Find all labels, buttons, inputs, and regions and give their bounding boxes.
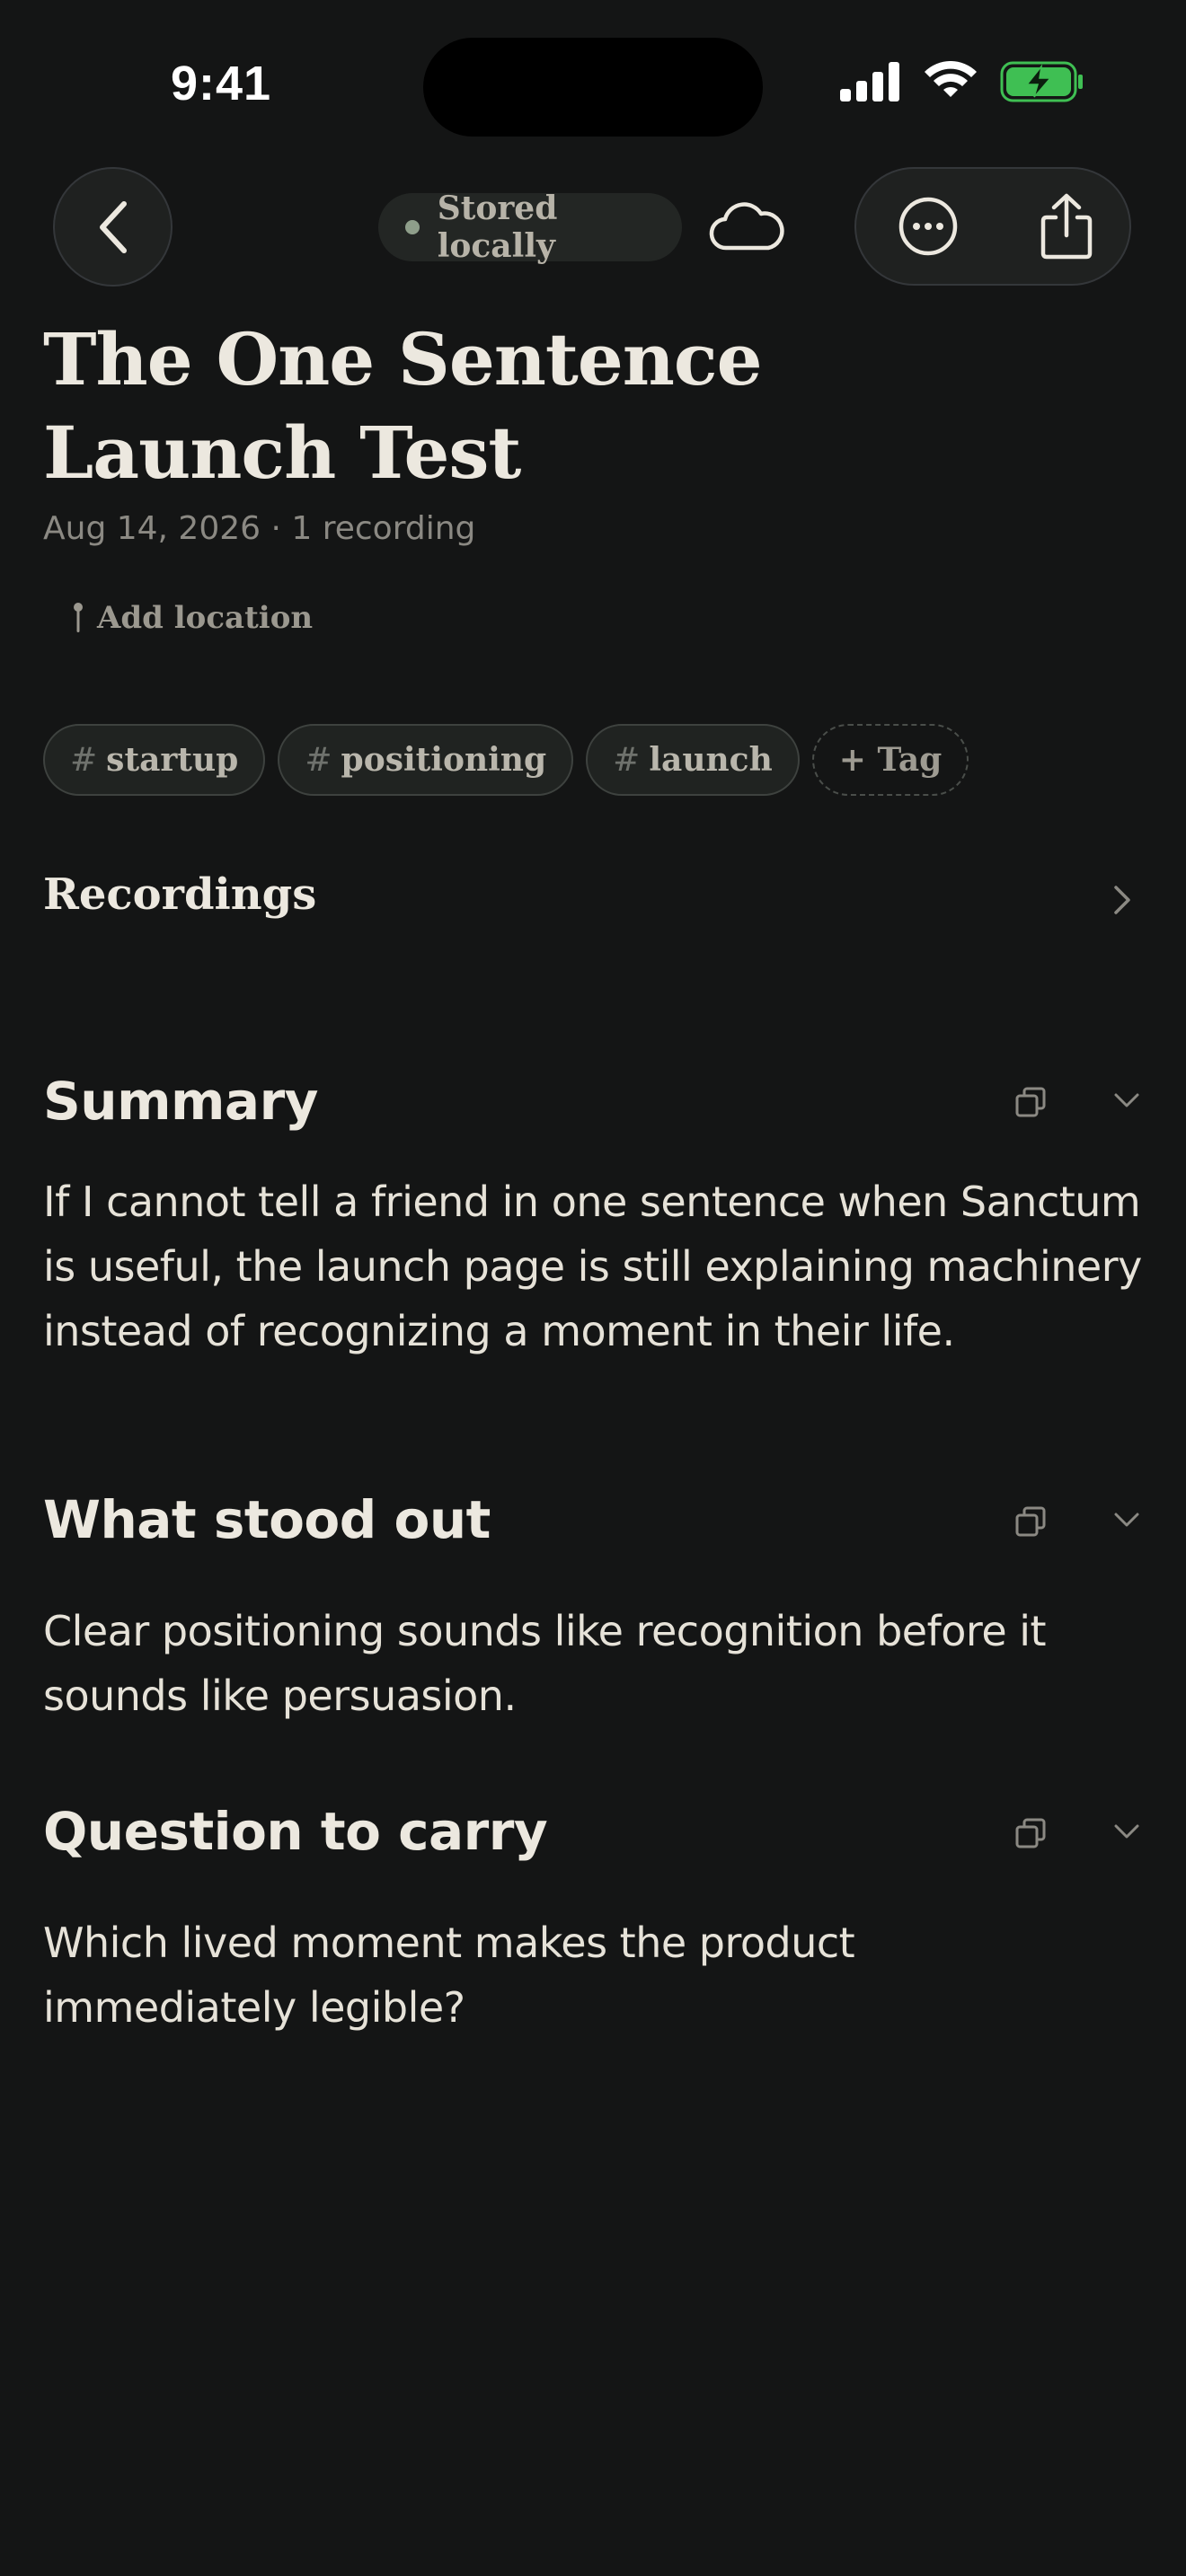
section-body: Which lived moment makes the product imm…: [43, 1919, 855, 2032]
chevron-down-icon: [1114, 1513, 1139, 1527]
status-time: 9:41: [171, 57, 272, 110]
note-title[interactable]: The One Sentence Launch Test: [43, 313, 942, 499]
pin-icon: [74, 603, 83, 632]
storage-status-pill[interactable]: Stored locally: [378, 190, 682, 265]
status-icons: [840, 61, 1084, 102]
action-group: [854, 167, 1131, 286]
tag-chip[interactable]: # positioning: [278, 724, 574, 796]
chevron-down-icon: [1114, 1824, 1139, 1839]
add-location-label: Add location: [97, 600, 314, 636]
collapse-button[interactable]: [1112, 1822, 1141, 1845]
note-meta: Aug 14, 2026 · 1 recording: [43, 510, 476, 547]
copy-button[interactable]: [1013, 1085, 1048, 1123]
add-tag-label: + Tag: [838, 741, 943, 779]
chevron-down-icon: [1114, 1093, 1139, 1107]
tag-chip[interactable]: # launch: [586, 724, 800, 796]
copy-icon: [1015, 1506, 1046, 1537]
hash-icon: #: [70, 741, 98, 779]
cloud-sync-button[interactable]: [709, 199, 784, 259]
dynamic-island: [423, 38, 763, 137]
tag-label: launch: [649, 741, 773, 779]
status-dot: [405, 220, 420, 234]
section-body: If I cannot tell a friend in one sentenc…: [43, 1178, 1142, 1355]
copy-button[interactable]: [1013, 1816, 1048, 1854]
copy-button[interactable]: [1013, 1504, 1048, 1542]
tag-label: positioning: [341, 741, 547, 779]
tag-list: # startup # positioning # launch + Tag: [43, 724, 969, 796]
tag-label: startup: [106, 741, 239, 779]
copy-icon: [1015, 1087, 1046, 1117]
cellular-signal-icon: [840, 62, 899, 101]
share-button[interactable]: [1013, 169, 1120, 284]
collapse-button[interactable]: [1112, 1510, 1141, 1533]
hash-icon: #: [305, 741, 332, 779]
more-button[interactable]: [874, 169, 982, 284]
section-heading: What stood out: [43, 1489, 491, 1550]
back-button[interactable]: [53, 167, 173, 287]
section-heading: Question to carry: [43, 1801, 548, 1862]
add-location-button[interactable]: Add location: [72, 600, 313, 636]
section-heading: Summary: [43, 1071, 318, 1132]
recordings-header[interactable]: Recordings: [43, 869, 316, 920]
section-body: Clear positioning sounds like recognitio…: [43, 1607, 1047, 1720]
share-icon: [1040, 193, 1093, 260]
wifi-icon: [925, 61, 977, 97]
chevron-left-icon: [99, 200, 127, 253]
collapse-button[interactable]: [1112, 1090, 1141, 1114]
copy-icon: [1015, 1818, 1046, 1848]
ellipsis-circle-icon: [898, 197, 958, 256]
battery-charging-icon: [1000, 61, 1083, 102]
cloud-icon: [709, 202, 784, 251]
recordings-expand-button[interactable]: [1111, 882, 1134, 922]
hash-icon: #: [613, 741, 641, 779]
tag-chip[interactable]: # startup: [43, 724, 266, 796]
storage-status-label: Stored locally: [437, 190, 558, 265]
chevron-right-icon: [1114, 886, 1130, 914]
add-tag-button[interactable]: + Tag: [811, 724, 969, 796]
